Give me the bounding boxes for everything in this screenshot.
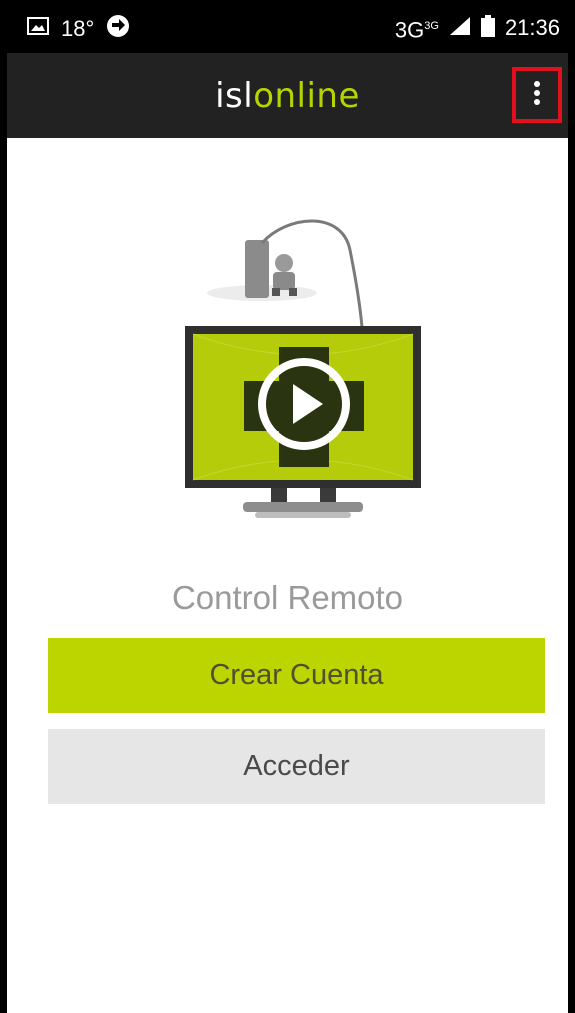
navigation-arrow-icon [106, 14, 130, 43]
status-bar: 18° 3G3G 21:36 [7, 0, 568, 53]
battery-icon [480, 14, 495, 42]
temperature-text: 18° [61, 15, 95, 41]
remote-control-illustration [157, 205, 427, 535]
more-vert-icon [533, 80, 541, 110]
login-button[interactable]: Acceder [48, 729, 545, 804]
app-bar: islonline [7, 53, 568, 138]
network-type-text: 3G3G [394, 17, 439, 43]
image-notification-icon [27, 16, 49, 41]
create-account-button[interactable]: Crear Cuenta [48, 638, 545, 713]
clock-text: 21:36 [504, 15, 560, 41]
islonline-logo: islonline [215, 76, 360, 116]
overflow-menu-button[interactable] [512, 67, 562, 123]
page-title: Control Remoto [171, 579, 404, 616]
signal-icon [449, 16, 471, 41]
app-screen: 18° 3G3G 21:36 islonline Control Remoto … [7, 0, 568, 1013]
